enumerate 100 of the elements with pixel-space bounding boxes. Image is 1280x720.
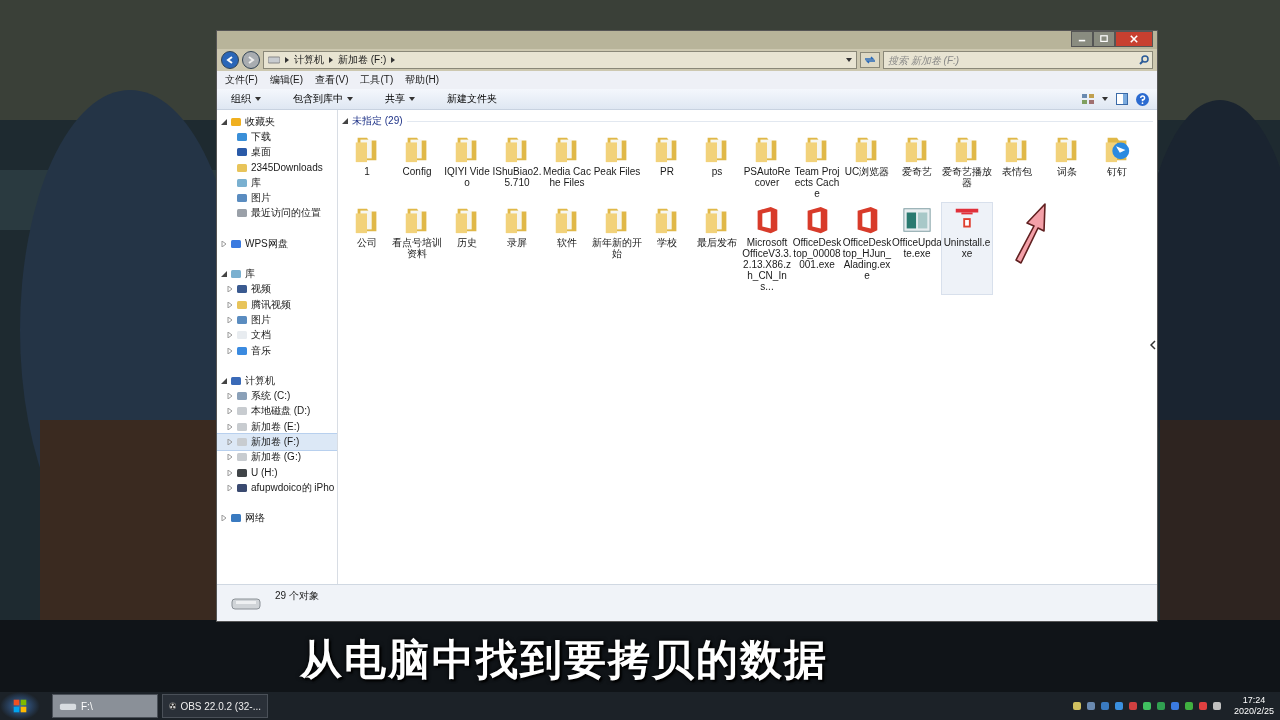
close-icon: [1130, 35, 1138, 43]
dropdown-icon[interactable]: [846, 58, 852, 62]
file-item[interactable]: 历史: [442, 203, 492, 294]
tray-icon[interactable]: [1071, 701, 1082, 711]
minimize-button[interactable]: [1071, 31, 1093, 47]
file-item[interactable]: Media Cache Files: [542, 132, 592, 201]
file-item[interactable]: 最后发布: [692, 203, 742, 294]
file-item[interactable]: 爱奇艺播放器: [942, 132, 992, 201]
file-item[interactable]: PSAutoRecover: [742, 132, 792, 201]
nav-item[interactable]: 腾讯视频: [217, 296, 337, 313]
close-button[interactable]: [1115, 31, 1153, 47]
nav-item[interactable]: 音乐: [217, 342, 337, 359]
nav-item[interactable]: 2345Downloads: [217, 159, 337, 176]
menu-item[interactable]: 编辑(E): [269, 73, 304, 87]
taskbar-button[interactable]: OBS 22.0.2 (32-...: [162, 694, 268, 718]
nav-item[interactable]: 新加卷 (F:): [217, 434, 337, 450]
nav-item[interactable]: 收藏夹: [217, 114, 337, 130]
expander-icon[interactable]: [342, 118, 348, 124]
breadcrumb[interactable]: 计算机: [294, 53, 324, 67]
nav-item[interactable]: 网络: [217, 510, 337, 526]
file-item[interactable]: OfficeUpdate.exe: [892, 203, 942, 294]
expander-icon[interactable]: [221, 377, 227, 384]
tray-icon[interactable]: [1141, 701, 1152, 711]
tray-icon[interactable]: [1085, 701, 1096, 711]
file-item[interactable]: OfficeDesktop_HJun_Alading.exe: [842, 203, 892, 294]
menu-item[interactable]: 查看(V): [315, 73, 349, 87]
breadcrumb[interactable]: 新加卷 (F:): [338, 53, 387, 67]
caret-icon[interactable]: [1102, 97, 1108, 101]
chevron-icon[interactable]: [1150, 340, 1156, 350]
file-item[interactable]: 1: [342, 132, 392, 201]
file-item[interactable]: 公司: [342, 203, 392, 294]
nav-item[interactable]: 计算机: [217, 373, 337, 389]
group-header[interactable]: 未指定 (29): [352, 114, 403, 128]
nav-item[interactable]: 库: [217, 266, 337, 282]
search-field[interactable]: 搜索 新加卷 (F:): [883, 51, 1153, 69]
tray-icon[interactable]: [1211, 701, 1222, 711]
expander-icon[interactable]: [221, 271, 227, 277]
nav-item[interactable]: WPS网盘: [217, 236, 337, 252]
expander-icon[interactable]: [221, 118, 227, 125]
tray-icon[interactable]: [1113, 701, 1124, 711]
start-button[interactable]: [0, 692, 40, 720]
tray-icon[interactable]: [1169, 701, 1180, 711]
caret-icon: [347, 97, 353, 101]
menu-item[interactable]: 帮助(H): [405, 73, 440, 87]
tray-icon[interactable]: [1099, 701, 1110, 711]
file-item[interactable]: Microsoft OfficeV3.3.2.13.X86.zh_CN_Ins...: [742, 203, 792, 294]
nav-item[interactable]: 文档: [217, 327, 337, 343]
file-item[interactable]: 学校: [642, 203, 692, 294]
file-item[interactable]: 新年新的开始: [592, 203, 642, 294]
file-item[interactable]: Team Projects Cache: [792, 132, 842, 201]
nav-item[interactable]: 下载: [217, 129, 337, 145]
file-item[interactable]: 爱奇艺: [892, 132, 942, 201]
nav-item[interactable]: 系统 (C:): [217, 388, 337, 404]
nav-item[interactable]: 库: [217, 175, 337, 191]
nav-item[interactable]: 桌面: [217, 144, 337, 160]
file-item[interactable]: OfficeDesktop_00008001.exe: [792, 203, 842, 294]
nav-item[interactable]: U (H:): [217, 464, 337, 481]
maximize-button[interactable]: [1093, 31, 1115, 47]
nav-item[interactable]: 图片: [217, 312, 337, 328]
view-icon[interactable]: [1082, 94, 1094, 104]
clock[interactable]: 17:24 2020/2/25: [1233, 695, 1274, 717]
file-item[interactable]: 软件: [542, 203, 592, 294]
back-button[interactable]: [221, 51, 239, 69]
nav-item[interactable]: 新加卷 (E:): [217, 419, 337, 435]
nav-item[interactable]: 本地磁盘 (D:): [217, 403, 337, 420]
file-item[interactable]: IShuBiao2.5.710: [492, 132, 542, 201]
file-item[interactable]: IQIYI Video: [442, 132, 492, 201]
tray-icon[interactable]: [1183, 701, 1194, 711]
nav-item[interactable]: 图片: [217, 190, 337, 206]
nav-item[interactable]: afupwdoico的 iPho: [217, 480, 337, 496]
preview-pane-icon[interactable]: [1116, 93, 1128, 105]
menu-item[interactable]: 文件(F): [225, 73, 258, 87]
nav-item[interactable]: 视频: [217, 281, 337, 297]
file-item[interactable]: 看点号培训资料: [392, 203, 442, 294]
help-icon[interactable]: [1136, 92, 1149, 106]
forward-button[interactable]: [242, 51, 260, 69]
file-item[interactable]: UC浏览器: [842, 132, 892, 201]
address-bar[interactable]: 计算机 新加卷 (F:): [263, 51, 857, 69]
nav-item[interactable]: 最近访问的位置: [217, 205, 337, 222]
file-item[interactable]: Peak Files: [592, 132, 642, 201]
toolbar-button[interactable]: 共享: [379, 90, 421, 108]
file-item[interactable]: 表情包: [992, 132, 1042, 201]
subtitle: 从电脑中找到要拷贝的数据: [300, 634, 828, 686]
refresh-button[interactable]: [860, 52, 880, 68]
file-item[interactable]: 词条: [1042, 132, 1092, 201]
menu-item[interactable]: 工具(T): [360, 73, 394, 87]
file-item[interactable]: Config: [392, 132, 442, 201]
tray-icon[interactable]: [1155, 701, 1166, 711]
search-icon: [1139, 55, 1149, 65]
file-item[interactable]: 录屏: [492, 203, 542, 294]
nav-item[interactable]: 新加卷 (G:): [217, 449, 337, 465]
toolbar-button[interactable]: 组织: [225, 90, 267, 108]
chevron-icon: [285, 57, 289, 63]
tray-icon[interactable]: [1197, 701, 1208, 711]
toolbar-button[interactable]: 新建文件夹: [441, 90, 503, 108]
file-item[interactable]: 钉钉: [1092, 132, 1142, 201]
file-item[interactable]: PR: [642, 132, 692, 201]
file-item[interactable]: ps: [692, 132, 742, 201]
toolbar-button[interactable]: 包含到库中: [287, 90, 359, 108]
file-item[interactable]: Uninstall.exe: [942, 203, 992, 294]
